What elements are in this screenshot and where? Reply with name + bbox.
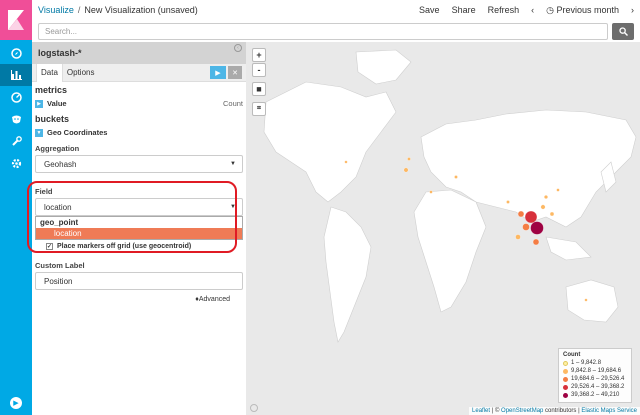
search-input[interactable]: Search... <box>38 22 608 40</box>
discard-changes-button[interactable]: ✕ <box>228 66 242 79</box>
gear-icon[interactable] <box>0 152 32 174</box>
play-icon: ▶ <box>215 69 221 77</box>
clock-icon: ◷ <box>546 4 557 15</box>
legend-item: 9,842.8 – 19,684.6 <box>563 367 627 375</box>
legend-range: 1 – 9,842.8 <box>571 360 602 366</box>
aggregation-value: Geohash <box>44 159 77 169</box>
search-bar: Search... <box>32 20 640 42</box>
custom-label-input[interactable]: Position <box>35 272 243 290</box>
legend-dot <box>563 392 568 398</box>
kibana-logo[interactable] <box>0 0 32 40</box>
legend-item: 29,526.4 – 39,368.2 <box>563 383 627 391</box>
map-area[interactable]: + - ■ ⌗ Count 1 – 9,842.8 9,842.8 – 19,6… <box>246 42 640 415</box>
dropdown-group-label: geo_point <box>40 218 79 227</box>
side-nav: ▶ <box>0 0 32 415</box>
square-icon: ■ <box>256 84 262 94</box>
timelion-icon[interactable] <box>0 108 32 130</box>
save-button[interactable]: Save <box>419 5 440 16</box>
crop-icon: ⌗ <box>257 105 261 112</box>
ems-link[interactable]: Elastic Maps Service <box>581 408 637 414</box>
aggregation-select[interactable]: Geohash ▼ <box>35 155 243 173</box>
metric-type: Count <box>222 99 243 108</box>
tab-options[interactable]: Options <box>63 64 99 82</box>
fit-bounds-button[interactable]: ⌗ <box>252 102 266 116</box>
legend-title: Count <box>563 352 581 358</box>
time-picker-button[interactable]: ◷ Previous month <box>546 5 619 16</box>
top-actions: Save Share Refresh ‹ ◷ Previous month › <box>419 5 634 16</box>
search-button[interactable] <box>612 22 634 40</box>
legend-dot <box>563 376 568 382</box>
attribution-contrib: contributors | <box>543 408 582 414</box>
metric-label: Value <box>47 99 67 108</box>
legend-dot <box>563 368 568 374</box>
legend-dot <box>563 360 568 366</box>
time-picker-label: Previous month <box>556 4 619 15</box>
tab-data[interactable]: Data <box>36 63 63 82</box>
breadcrumb-separator: / <box>77 5 81 15</box>
field-dropdown: geo_point location <box>35 216 243 240</box>
prev-period-button[interactable]: ‹ <box>531 5 534 16</box>
field-value: location <box>44 202 72 212</box>
legend-range: 9,842.8 – 19,684.6 <box>571 368 622 374</box>
dashboard-icon[interactable] <box>0 86 32 108</box>
play-icon: ▶ <box>10 397 22 409</box>
geocentroid-checkbox-row[interactable]: ✓ Place markers off grid (use geocentroi… <box>32 240 246 253</box>
map-legend: Count 1 – 9,842.8 9,842.8 – 19,684.6 19,… <box>558 348 632 403</box>
editor-tabs: Data Options ▶ ✕ <box>32 63 246 82</box>
page-title: New Visualization (unsaved) <box>84 5 198 15</box>
legend-item: 1 – 9,842.8 <box>563 359 627 367</box>
osm-link[interactable]: OpenStreetMap <box>501 408 543 414</box>
caret-down-icon: ▼ <box>230 161 236 167</box>
aggregation-label: Aggregation <box>35 144 80 153</box>
bucket-geo-row[interactable]: ▼ Geo Coordinates <box>32 125 246 140</box>
attribution-sep: | © <box>490 408 502 414</box>
legend-range: 19,684.6 – 29,526.4 <box>571 376 625 382</box>
caret-down-icon: ▼ <box>230 204 236 210</box>
buckets-title: buckets <box>35 114 70 124</box>
tab-actions: ▶ ✕ <box>210 66 242 79</box>
legend-range: 29,526.4 – 39,368.2 <box>571 384 625 390</box>
legend-item: 19,684.6 – 29,526.4 <box>563 375 627 383</box>
legend-range: 39,368.2 – 49,210 <box>571 392 620 398</box>
chevron-right-icon[interactable]: ▶ <box>35 99 43 108</box>
top-bar: Visualize / New Visualization (unsaved) … <box>32 0 640 20</box>
metric-value-row[interactable]: ▶ Value Count <box>32 96 246 111</box>
map-attribution: Leaflet | © OpenStreetMap contributors |… <box>469 407 640 415</box>
advanced-toggle[interactable]: ♦Advanced <box>32 290 246 303</box>
share-button[interactable]: Share <box>452 5 476 16</box>
collapse-nav-button[interactable]: ▶ <box>0 395 32 411</box>
leaflet-link[interactable]: Leaflet <box>472 408 490 414</box>
legend-dot <box>563 384 568 390</box>
custom-label-title: Custom Label <box>35 261 85 270</box>
collapse-sidebar-icon[interactable]: ‹ <box>234 44 242 52</box>
geocentroid-label: Place markers off grid (use geocentroid) <box>57 243 192 250</box>
field-label: Field <box>35 187 53 196</box>
chevron-down-icon[interactable]: ▼ <box>35 128 43 137</box>
zoom-out-button[interactable]: - <box>252 63 266 77</box>
field-select[interactable]: location ▼ <box>35 198 243 216</box>
bucket-label: Geo Coordinates <box>47 128 108 137</box>
next-period-button[interactable]: › <box>631 5 634 16</box>
wrench-icon[interactable] <box>0 130 32 152</box>
dropdown-option-location[interactable]: location <box>36 228 242 239</box>
geocentroid-checkbox[interactable]: ✓ <box>46 243 53 250</box>
editor-sidebar: logstash-* Data Options ▶ ✕ metrics ▶ Va… <box>32 42 246 415</box>
draw-rectangle-button[interactable]: ■ <box>252 82 266 96</box>
kibana-logo-icon <box>8 10 24 30</box>
legend-item: 39,368.2 – 49,210 <box>563 391 627 399</box>
advanced-link: Advanced <box>198 296 230 303</box>
close-icon: ✕ <box>232 69 238 77</box>
visualize-chart-icon[interactable] <box>0 64 32 86</box>
map-watermark-icon <box>250 404 258 412</box>
metrics-title: metrics <box>35 85 68 95</box>
search-icon <box>618 26 628 36</box>
index-pattern-title: logstash-* <box>32 42 246 64</box>
zoom-in-button[interactable]: + <box>252 48 266 62</box>
breadcrumb-visualize[interactable]: Visualize <box>38 5 74 15</box>
refresh-button[interactable]: Refresh <box>488 5 520 16</box>
discover-compass-icon[interactable] <box>0 42 32 64</box>
apply-changes-button[interactable]: ▶ <box>210 66 226 79</box>
